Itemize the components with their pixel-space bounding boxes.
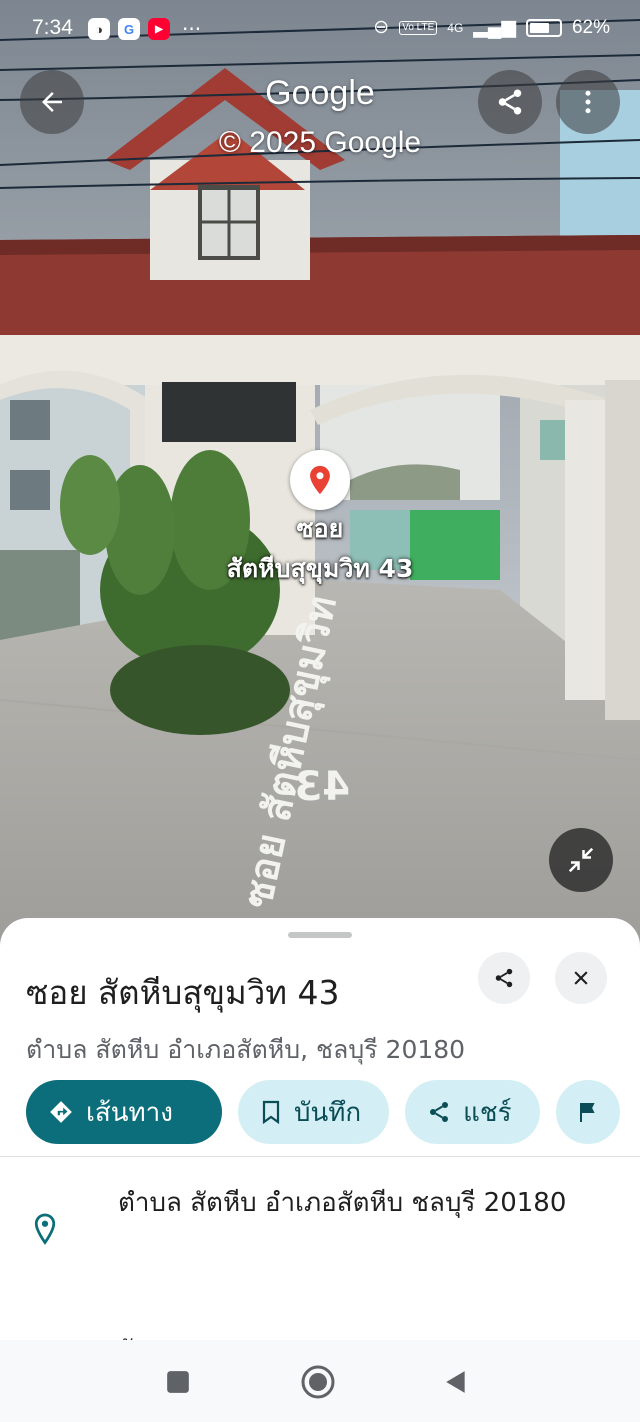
divider bbox=[0, 1156, 640, 1157]
place-pin[interactable] bbox=[290, 450, 350, 510]
back-nav-button[interactable] bbox=[438, 1364, 474, 1400]
directions-label: เส้นทาง bbox=[86, 1097, 173, 1128]
battery-icon bbox=[525, 18, 562, 37]
share-icon bbox=[498, 89, 522, 115]
google-icon: G bbox=[118, 18, 140, 40]
home-circle-icon bbox=[301, 1365, 335, 1399]
recents-button[interactable] bbox=[160, 1364, 196, 1400]
share-button[interactable]: แชร์ bbox=[405, 1080, 540, 1144]
place-title: ซอย สัตหีบสุขุมวิท 43 bbox=[26, 973, 340, 1012]
close-icon bbox=[574, 971, 588, 985]
back-triangle-icon bbox=[446, 1371, 465, 1393]
save-label: บันทึก bbox=[294, 1097, 362, 1128]
place-subtitle: ตำบล สัตหีบ อำเภอสัตหีบ, ชลบุรี 20180 bbox=[26, 1035, 466, 1064]
close-sheet-button[interactable] bbox=[555, 952, 607, 1004]
report-button[interactable] bbox=[555, 1080, 620, 1144]
more-options-button[interactable] bbox=[556, 70, 620, 134]
location-outline-icon bbox=[34, 1213, 56, 1245]
location-pin-icon bbox=[310, 465, 330, 495]
fullscreen-exit-icon bbox=[568, 847, 594, 873]
share-image-button[interactable] bbox=[478, 70, 542, 134]
system-nav-bar bbox=[0, 1340, 640, 1422]
notification-app-icon: ◑ bbox=[88, 18, 110, 40]
share-icon bbox=[430, 1102, 449, 1122]
share-label: แชร์ bbox=[463, 1097, 512, 1128]
share-place-button[interactable] bbox=[478, 952, 530, 1004]
share-icon bbox=[495, 968, 513, 988]
signal-icon: ▂▄▆ bbox=[473, 17, 516, 38]
recents-square-icon bbox=[167, 1371, 189, 1393]
network-type: 4G bbox=[447, 20, 464, 35]
pin-label-line1: ซอย bbox=[296, 514, 344, 543]
link-icon: ⊖ bbox=[373, 17, 390, 38]
bookmark-icon bbox=[262, 1100, 280, 1124]
system-icons: ⊖ Vo LTE 4G ▂▄▆ 62% bbox=[373, 16, 610, 39]
address-text: ตำบล สัตหีบ อำเภอสัตหีบ ชลบุรี 20180 bbox=[118, 1188, 567, 1218]
imagery-copyright: © 2025 Google bbox=[218, 126, 422, 159]
flag-icon bbox=[579, 1103, 595, 1122]
more-notifications-icon: ··· bbox=[182, 17, 202, 41]
volte-icon: Vo LTE bbox=[399, 20, 438, 35]
home-button[interactable] bbox=[300, 1364, 336, 1400]
notification-icons: ◑ G ▶ ··· bbox=[88, 18, 201, 40]
youtube-icon: ▶ bbox=[148, 18, 170, 40]
status-time: 7:34 bbox=[32, 16, 73, 39]
collapse-view-button[interactable] bbox=[549, 828, 613, 892]
status-bar: 7:34 ◑ G ▶ ··· ⊖ Vo LTE 4G ▂▄▆ 62% bbox=[0, 0, 640, 60]
action-chips: เส้นทาง บันทึก แชร์ bbox=[26, 1080, 620, 1144]
pin-label-line2: สัตหีบสุขุมวิท 43 bbox=[226, 554, 414, 583]
directions-icon bbox=[50, 1101, 72, 1123]
road-marking-number: 43 bbox=[294, 764, 350, 810]
more-vert-icon bbox=[585, 90, 591, 114]
save-button[interactable]: บันทึก bbox=[238, 1080, 390, 1144]
directions-button[interactable]: เส้นทาง bbox=[26, 1080, 222, 1144]
battery-level: 62% bbox=[571, 16, 610, 38]
drag-handle[interactable] bbox=[288, 932, 352, 938]
imagery-title: Google bbox=[265, 74, 375, 112]
